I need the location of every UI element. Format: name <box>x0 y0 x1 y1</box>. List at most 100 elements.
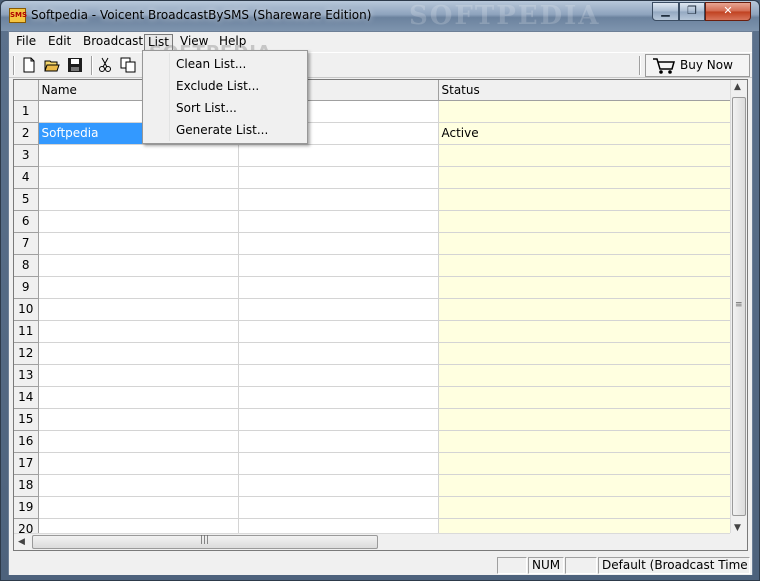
menu-item-clean-list[interactable]: Clean List... <box>176 54 246 74</box>
status-cell[interactable] <box>438 364 733 387</box>
column-header-status[interactable]: Status <box>438 80 733 101</box>
row-number[interactable]: 18 <box>14 474 39 497</box>
status-cell[interactable] <box>438 210 733 233</box>
table-row[interactable]: 5 <box>14 188 733 211</box>
table-row[interactable]: 3 <box>14 144 733 167</box>
name-cell[interactable] <box>38 188 239 211</box>
row-number[interactable]: 1 <box>14 100 39 123</box>
row-number[interactable]: 2 <box>14 122 39 145</box>
save-icon[interactable] <box>67 57 83 73</box>
name-cell[interactable] <box>38 210 239 233</box>
phone-cell[interactable] <box>238 474 439 497</box>
menu-edit[interactable]: Edit <box>45 34 74 51</box>
menu-file[interactable]: File <box>13 34 39 51</box>
status-cell[interactable] <box>438 430 733 453</box>
menu-item-generate-list[interactable]: Generate List... <box>176 120 268 140</box>
table-row[interactable]: 7 <box>14 232 733 255</box>
status-cell[interactable] <box>438 232 733 255</box>
status-cell[interactable] <box>438 188 733 211</box>
status-cell[interactable] <box>438 496 733 519</box>
status-cell[interactable] <box>438 342 733 365</box>
phone-cell[interactable] <box>238 386 439 409</box>
status-cell[interactable]: Active <box>438 122 733 145</box>
row-number[interactable]: 19 <box>14 496 39 519</box>
menu-item-exclude-list[interactable]: Exclude List... <box>176 76 259 96</box>
phone-cell[interactable] <box>238 342 439 365</box>
status-cell[interactable] <box>438 100 733 123</box>
phone-cell[interactable] <box>238 320 439 343</box>
row-number[interactable]: 17 <box>14 452 39 475</box>
status-cell[interactable] <box>438 254 733 277</box>
table-row[interactable]: 8 <box>14 254 733 277</box>
copy-icon[interactable] <box>120 57 136 73</box>
status-cell[interactable] <box>438 320 733 343</box>
maximize-button[interactable]: ❐ <box>679 2 705 21</box>
name-cell[interactable] <box>38 232 239 255</box>
row-number[interactable]: 3 <box>14 144 39 167</box>
open-folder-icon[interactable] <box>44 57 60 73</box>
phone-cell[interactable] <box>238 144 439 167</box>
status-cell[interactable] <box>438 408 733 431</box>
table-row[interactable]: 13 <box>14 364 733 387</box>
row-number[interactable]: 12 <box>14 342 39 365</box>
title-bar[interactable]: SOFTPEDIA SMS Softpedia - Voicent Broadc… <box>1 1 759 31</box>
phone-cell[interactable] <box>238 210 439 233</box>
buy-now-button[interactable]: Buy Now <box>645 54 750 77</box>
name-cell[interactable] <box>38 430 239 453</box>
status-cell[interactable] <box>438 276 733 299</box>
table-row[interactable]: 4 <box>14 166 733 189</box>
phone-cell[interactable] <box>238 188 439 211</box>
new-file-icon[interactable] <box>21 57 37 73</box>
table-row[interactable]: 10 <box>14 298 733 321</box>
table-row[interactable]: 16 <box>14 430 733 453</box>
status-cell[interactable] <box>438 144 733 167</box>
row-number[interactable]: 8 <box>14 254 39 277</box>
name-cell[interactable] <box>38 496 239 519</box>
name-cell[interactable] <box>38 408 239 431</box>
phone-cell[interactable] <box>238 496 439 519</box>
table-row[interactable]: 17 <box>14 452 733 475</box>
row-number[interactable]: 11 <box>14 320 39 343</box>
row-number[interactable]: 6 <box>14 210 39 233</box>
status-cell[interactable] <box>438 452 733 475</box>
phone-cell[interactable] <box>238 452 439 475</box>
name-cell[interactable] <box>38 320 239 343</box>
vertical-scrollbar[interactable]: ▲ ≡ ▼ <box>730 80 747 534</box>
minimize-button[interactable]: ▁ <box>652 2 679 21</box>
corner-header[interactable] <box>14 80 39 101</box>
phone-cell[interactable] <box>238 232 439 255</box>
name-cell[interactable] <box>38 276 239 299</box>
status-cell[interactable] <box>438 474 733 497</box>
table-row[interactable]: 12 <box>14 342 733 365</box>
phone-cell[interactable] <box>238 430 439 453</box>
table-row[interactable]: 2Softpedia22Active <box>14 122 733 145</box>
menu-broadcast[interactable]: Broadcast <box>80 34 146 51</box>
phone-cell[interactable] <box>238 298 439 321</box>
phone-cell[interactable] <box>238 166 439 189</box>
name-cell[interactable] <box>38 386 239 409</box>
row-number[interactable]: 7 <box>14 232 39 255</box>
row-number[interactable]: 15 <box>14 408 39 431</box>
table-row[interactable]: 19 <box>14 496 733 519</box>
table-row[interactable]: 11 <box>14 320 733 343</box>
name-cell[interactable] <box>38 144 239 167</box>
contact-grid[interactable]: Name Status 12Softpedia22Active345678910… <box>13 79 748 551</box>
close-button[interactable]: ✕ <box>705 2 751 21</box>
row-number[interactable]: 16 <box>14 430 39 453</box>
name-cell[interactable] <box>38 474 239 497</box>
name-cell[interactable] <box>38 298 239 321</box>
horizontal-scrollbar[interactable]: ◀ ||| <box>14 533 732 550</box>
row-number[interactable]: 9 <box>14 276 39 299</box>
name-cell[interactable] <box>38 254 239 277</box>
status-cell[interactable] <box>438 166 733 189</box>
phone-cell[interactable] <box>238 254 439 277</box>
scroll-left-icon[interactable]: ◀ <box>18 537 25 547</box>
row-number[interactable]: 10 <box>14 298 39 321</box>
phone-cell[interactable] <box>238 408 439 431</box>
menu-item-sort-list[interactable]: Sort List... <box>176 98 237 118</box>
name-cell[interactable] <box>38 166 239 189</box>
status-cell[interactable] <box>438 386 733 409</box>
table-row[interactable]: 1 <box>14 100 733 123</box>
table-row[interactable]: 6 <box>14 210 733 233</box>
app-icon[interactable]: SMS <box>9 8 27 23</box>
